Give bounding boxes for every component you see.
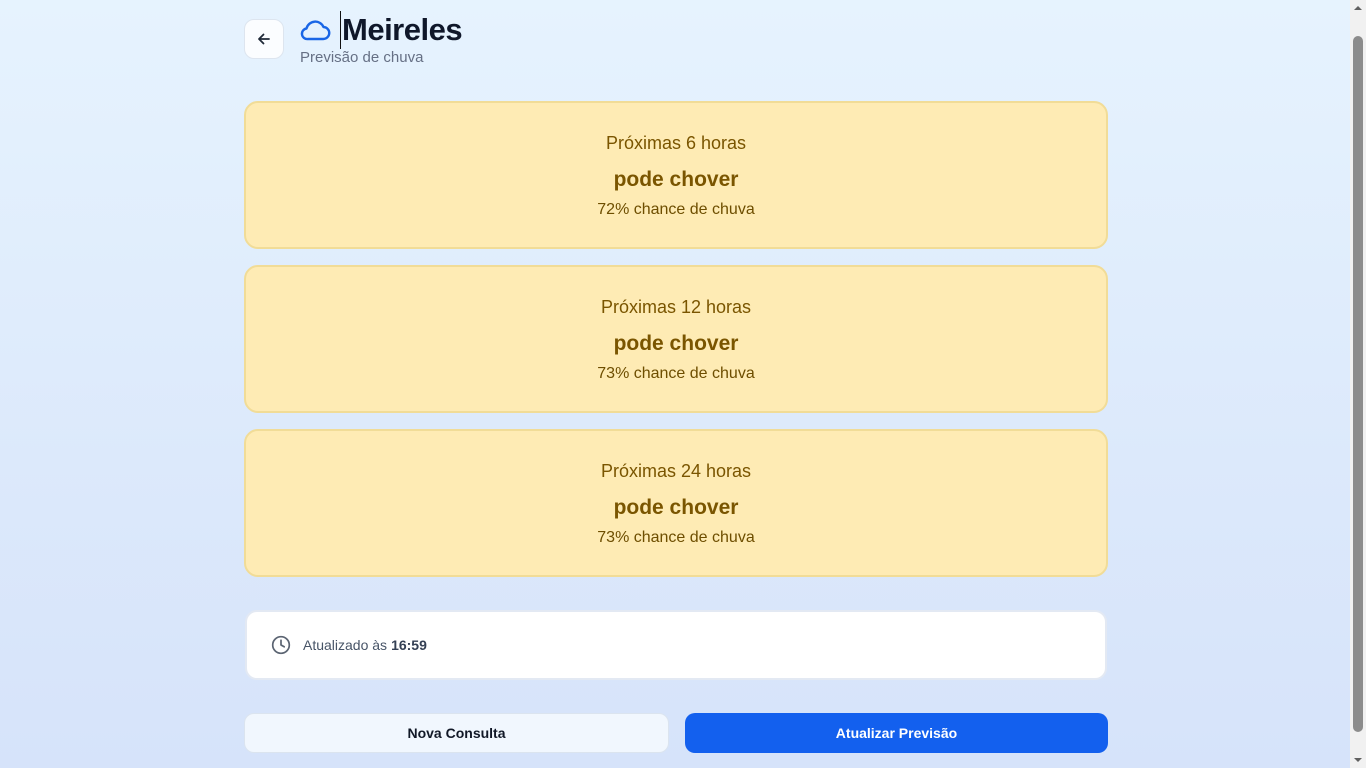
forecast-status: pode chover <box>613 168 739 191</box>
forecast-period: Próximas 12 horas <box>600 297 752 317</box>
refresh-forecast-button[interactable]: Atualizar Previsão <box>685 713 1108 753</box>
forecast-status: pode chover <box>613 332 739 355</box>
scrollbar-thumb[interactable] <box>1353 36 1363 732</box>
arrow-left-icon <box>257 32 271 46</box>
updated-time: 16:59 <box>391 637 427 653</box>
forecast-period: Próximas 6 horas <box>605 133 747 153</box>
forecast-chance: 72% chance de chuva <box>597 201 755 218</box>
page: Meireles Previsão de chuva Próximas 6 ho… <box>0 0 1350 768</box>
forecast-status: pode chover <box>613 496 739 519</box>
cloud-icon <box>300 17 332 43</box>
updated-label: Atualizado às <box>303 637 388 653</box>
forecast-card-6h: Próximas 6 horas pode chover 72% chance … <box>244 101 1108 249</box>
clock-icon <box>271 635 291 655</box>
last-updated-panel: Atualizado às 16:59 <box>245 610 1107 680</box>
forecast-card-12h: Próximas 12 horas pode chover 73% chance… <box>244 265 1108 413</box>
new-query-button[interactable]: Nova Consulta <box>244 713 669 753</box>
page-title: Meireles <box>342 12 463 47</box>
forecast-period: Próximas 24 horas <box>600 461 752 481</box>
scroll-down-arrow-icon[interactable] <box>1350 752 1366 768</box>
forecast-chance: 73% chance de chuva <box>597 529 755 546</box>
vertical-scrollbar[interactable] <box>1350 0 1366 768</box>
page-subtitle: Previsão de chuva <box>300 49 424 66</box>
scroll-up-arrow-icon[interactable] <box>1350 0 1366 16</box>
back-button[interactable] <box>244 19 284 59</box>
forecast-chance: 73% chance de chuva <box>597 365 755 382</box>
text-cursor <box>340 11 341 49</box>
header-title-row: Meireles <box>300 10 463 50</box>
forecast-card-24h: Próximas 24 horas pode chover 73% chance… <box>244 429 1108 577</box>
